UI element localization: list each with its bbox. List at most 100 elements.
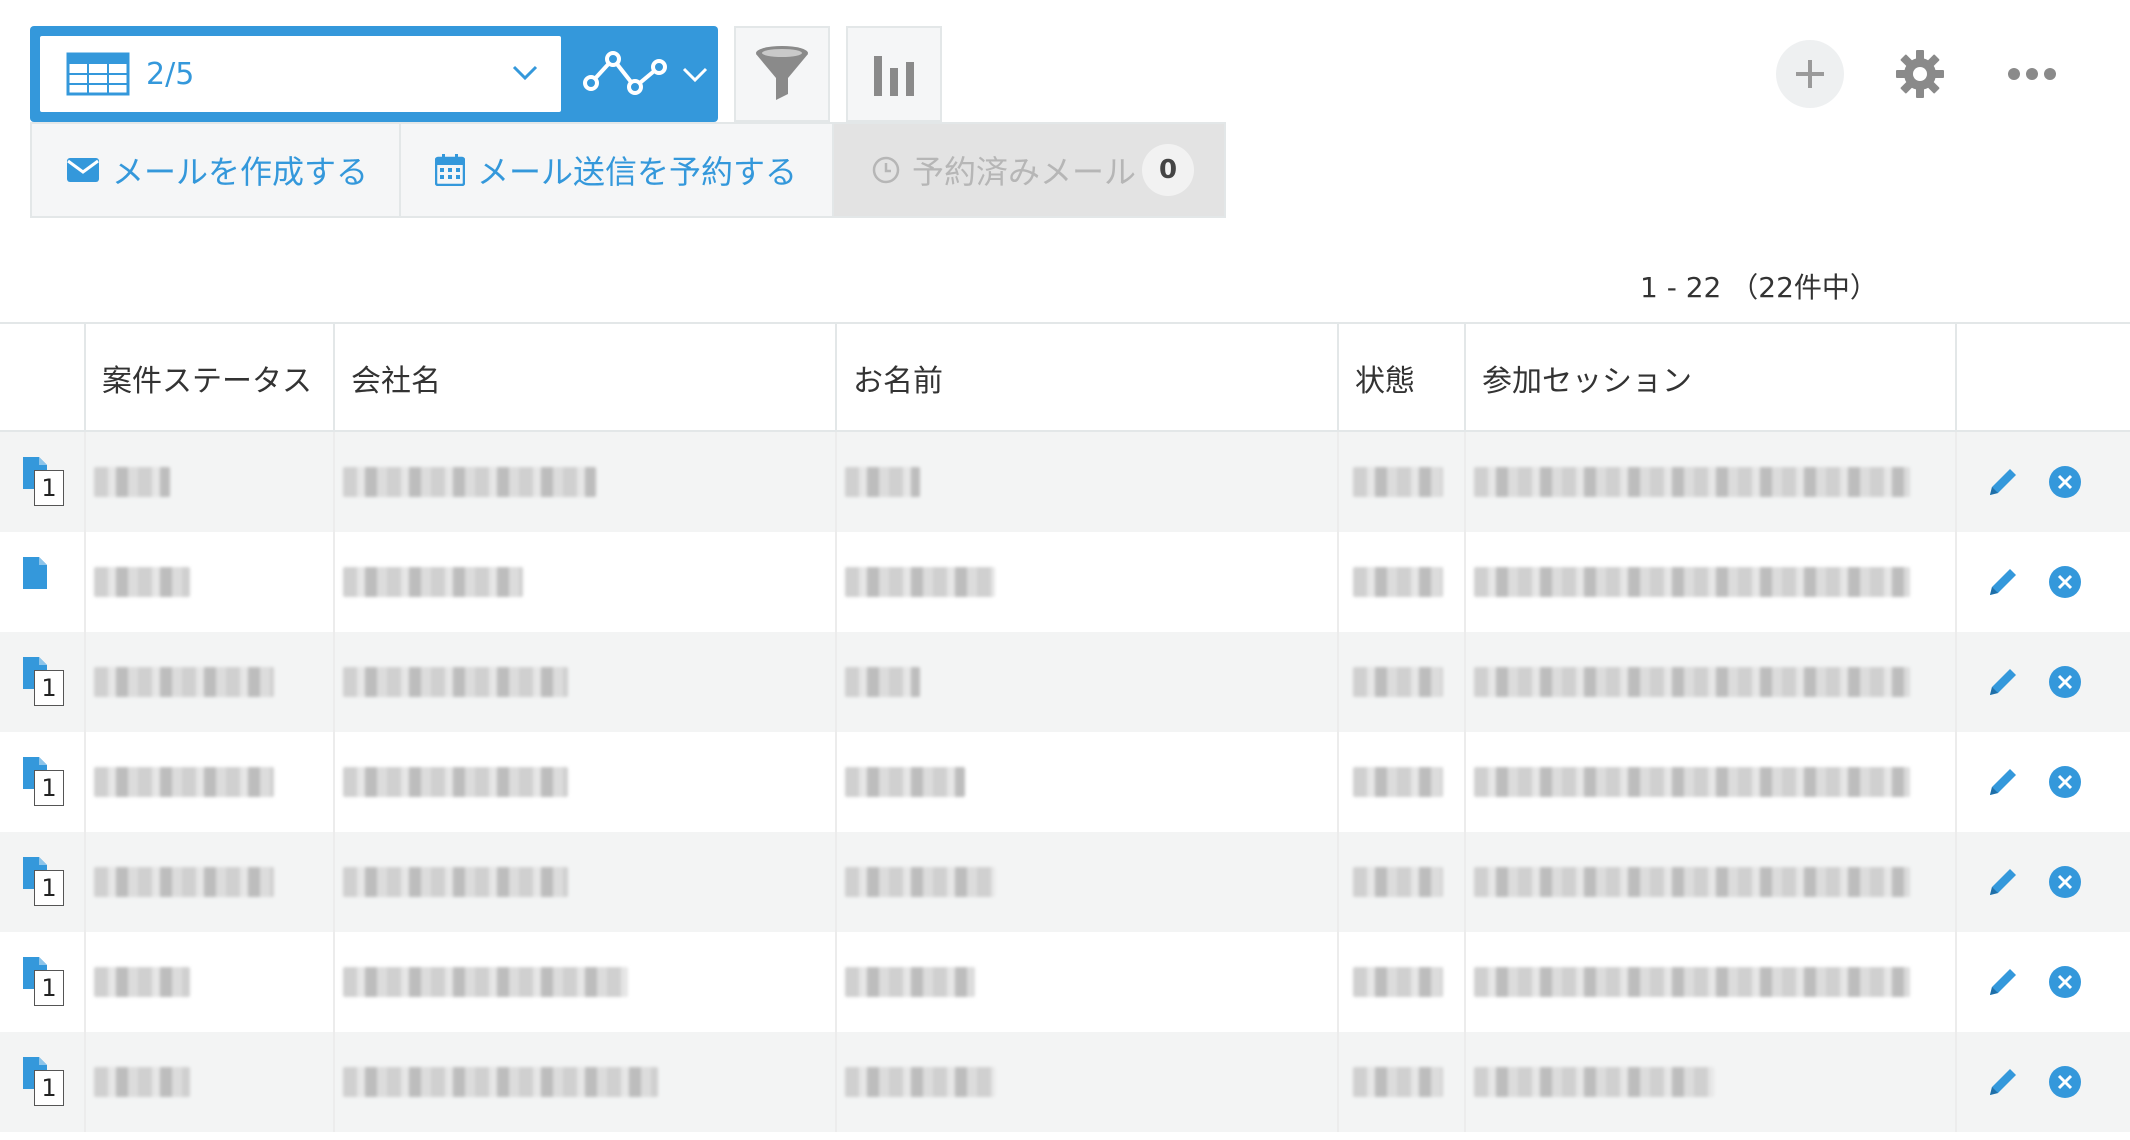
table-body: 1 1 1 1 1 1 [0, 432, 2130, 1132]
redacted-cell [84, 532, 333, 632]
chevron-down-icon [512, 65, 538, 81]
close-circle-icon [2049, 866, 2081, 898]
edit-button[interactable] [1986, 432, 2020, 532]
actions-cell [1955, 1032, 2130, 1132]
header-actions [1955, 324, 2130, 432]
redacted-cell [84, 632, 333, 732]
compose-mail-button[interactable]: メールを作成する [30, 122, 401, 218]
table-row[interactable]: 1 [0, 832, 2130, 932]
redacted-text [343, 867, 568, 897]
scheduled-count-badge: 0 [1142, 144, 1195, 196]
redacted-cell [835, 832, 1337, 932]
redacted-text [1474, 767, 1910, 797]
add-record-button[interactable] [1776, 40, 1844, 108]
filter-icon [756, 46, 808, 100]
scheduled-mail-button[interactable]: 予約済みメール 0 [834, 122, 1226, 218]
table-row[interactable]: 1 [0, 632, 2130, 732]
redacted-cell [835, 732, 1337, 832]
delete-button[interactable] [2048, 932, 2082, 1032]
table-row[interactable] [0, 532, 2130, 632]
document-icon[interactable]: 1 [22, 756, 66, 808]
redacted-text [94, 867, 274, 897]
redacted-text [1474, 467, 1910, 497]
pencil-icon [1990, 769, 2016, 795]
delete-button[interactable] [2048, 532, 2082, 632]
document-icon[interactable]: 1 [22, 956, 66, 1008]
edit-button[interactable] [1986, 932, 2020, 1032]
table-row[interactable]: 1 [0, 932, 2130, 1032]
close-circle-icon [2049, 966, 2081, 998]
redacted-cell [1337, 632, 1464, 732]
close-circle-icon [2049, 766, 2081, 798]
bar-chart-icon [874, 56, 914, 96]
delete-button[interactable] [2048, 1032, 2082, 1132]
document-icon[interactable]: 1 [22, 656, 66, 708]
redacted-cell [1464, 532, 1955, 632]
redacted-text [1353, 767, 1443, 797]
redacted-cell [333, 832, 835, 932]
more-options-button[interactable] [1998, 40, 2066, 108]
redacted-text [1353, 867, 1443, 897]
redacted-text [845, 667, 920, 697]
redacted-text [94, 667, 274, 697]
delete-button[interactable] [2048, 732, 2082, 832]
record-table: 案件ステータス 会社名 お名前 状態 参加セッション 1 1 1 1 1 1 [0, 322, 2130, 1132]
document-icon[interactable]: 1 [22, 456, 66, 508]
actions-cell [1955, 432, 2130, 532]
redacted-cell [84, 932, 333, 1032]
pencil-icon [1990, 1069, 2016, 1095]
edit-button[interactable] [1986, 1032, 2020, 1132]
header-company[interactable]: 会社名 [333, 324, 835, 432]
plus-icon [1796, 60, 1824, 88]
header-state[interactable]: 状態 [1337, 324, 1464, 432]
redacted-cell [333, 732, 835, 832]
redacted-text [1353, 467, 1443, 497]
edit-button[interactable] [1986, 532, 2020, 632]
document-icon[interactable]: 1 [22, 856, 66, 908]
delete-button[interactable] [2048, 632, 2082, 732]
header-name[interactable]: お名前 [835, 324, 1337, 432]
thread-count: 1 [34, 470, 64, 506]
compose-mail-label: メールを作成する [112, 153, 369, 191]
thread-count: 1 [34, 1070, 64, 1106]
envelope-icon [67, 158, 99, 182]
close-circle-icon [2049, 666, 2081, 698]
filter-button[interactable] [734, 26, 830, 122]
redacted-text [845, 767, 965, 797]
document-icon[interactable]: 1 [22, 1056, 66, 1108]
edit-button[interactable] [1986, 632, 2020, 732]
redacted-cell [835, 932, 1337, 1032]
redacted-text [1474, 667, 1910, 697]
header-session[interactable]: 参加セッション [1464, 324, 1955, 432]
edit-button[interactable] [1986, 732, 2020, 832]
thread-cell: 1 [0, 832, 84, 932]
delete-button[interactable] [2048, 432, 2082, 532]
table-row[interactable]: 1 [0, 432, 2130, 532]
view-selector: 2/5 [30, 26, 718, 122]
redacted-cell [333, 932, 835, 1032]
settings-button[interactable] [1886, 40, 1954, 108]
redacted-cell [333, 632, 835, 732]
view-select-dropdown[interactable]: 2/5 [40, 36, 561, 112]
document-icon[interactable] [22, 556, 66, 608]
delete-button[interactable] [2048, 832, 2082, 932]
graph-view-dropdown[interactable] [571, 26, 718, 122]
redacted-text [343, 1067, 658, 1097]
table-row[interactable]: 1 [0, 1032, 2130, 1132]
header-icon-column [0, 324, 84, 432]
graph-button[interactable] [846, 26, 942, 122]
redacted-text [1474, 867, 1910, 897]
schedule-mail-button[interactable]: メール送信を予約する [401, 122, 834, 218]
header-case-status[interactable]: 案件ステータス [84, 324, 333, 432]
table-header: 案件ステータス 会社名 お名前 状態 参加セッション [0, 322, 2130, 432]
table-row[interactable]: 1 [0, 732, 2130, 832]
redacted-text [343, 667, 568, 697]
redacted-text [1353, 567, 1443, 597]
redacted-cell [1464, 732, 1955, 832]
redacted-cell [1337, 532, 1464, 632]
redacted-cell [1464, 832, 1955, 932]
thread-count: 1 [34, 970, 64, 1006]
redacted-text [94, 767, 274, 797]
edit-button[interactable] [1986, 832, 2020, 932]
redacted-cell [333, 532, 835, 632]
